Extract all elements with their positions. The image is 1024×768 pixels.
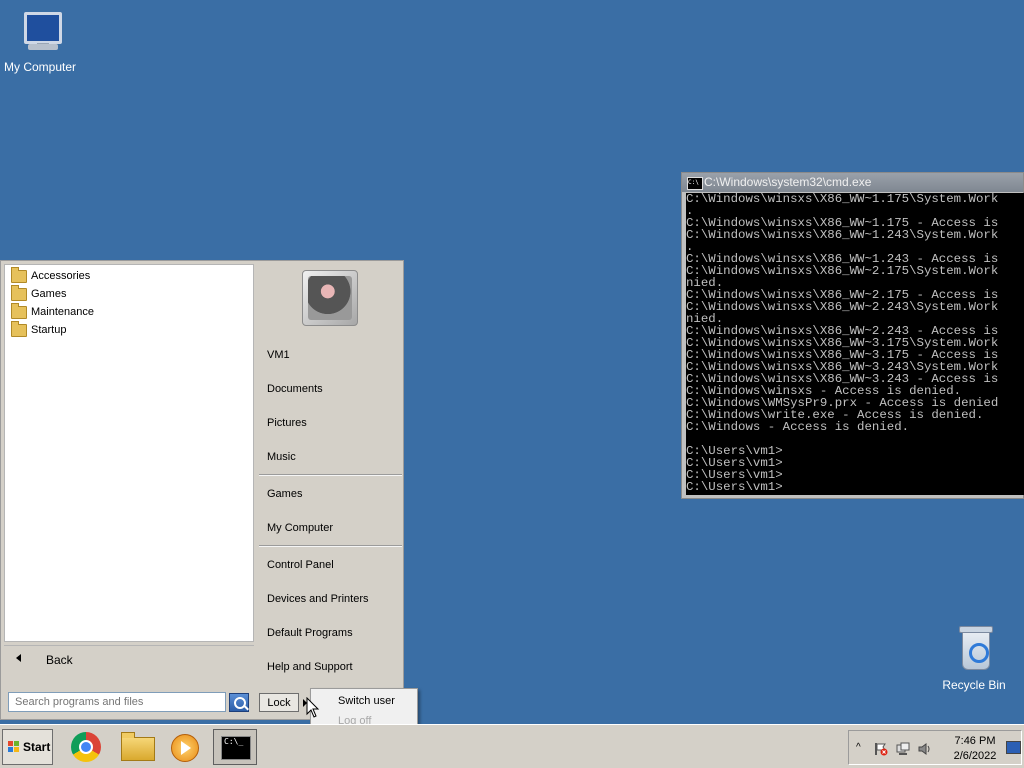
- program-folder-label: Startup: [31, 324, 67, 336]
- cmd-title: C:\Windows\system32\cmd.exe: [704, 175, 872, 189]
- start-item-vm1[interactable]: VM1: [267, 347, 290, 363]
- program-folder-startup[interactable]: Startup: [9, 321, 231, 339]
- show-hidden-icons-button[interactable]: ^: [856, 742, 861, 753]
- start-item-control-panel[interactable]: Control Panel: [267, 557, 334, 573]
- start-item-music[interactable]: Music: [267, 449, 296, 465]
- program-folder-label: Accessories: [31, 270, 91, 282]
- cmd-output[interactable]: C:\Windows\winsxs\X86_WW~1.175\System.Wo…: [686, 193, 1024, 495]
- start-menu: Accessories Games Maintenance Startup Ba…: [0, 260, 404, 720]
- cmd-line: C:\Users\vm1>: [686, 480, 783, 494]
- cmd-title-bar[interactable]: C:\ C:\Windows\system32\cmd.exe: [682, 173, 1023, 192]
- recycle-bin-icon: [950, 626, 998, 674]
- show-desktop-button[interactable]: [1006, 741, 1021, 754]
- explorer-icon: [121, 732, 155, 761]
- cmd-line: C:\Windows\winsxs\X86_WW~2.243\System.Wo…: [686, 300, 999, 314]
- clock-date[interactable]: 2/6/2022: [945, 750, 1005, 762]
- programs-list: Accessories Games Maintenance Startup: [4, 264, 254, 642]
- menu-separator: [259, 545, 402, 547]
- volume-icon[interactable]: [918, 742, 932, 756]
- folder-icon: [11, 321, 27, 337]
- start-item-help-support[interactable]: Help and Support: [267, 659, 353, 675]
- action-center-flag-icon[interactable]: [874, 742, 888, 756]
- program-folder-games[interactable]: Games: [9, 285, 231, 303]
- start-item-my-computer[interactable]: My Computer: [267, 520, 333, 536]
- taskbar-chrome[interactable]: [64, 729, 108, 765]
- taskbar-cmd[interactable]: C:\_: [213, 729, 257, 765]
- start-item-devices-printers[interactable]: Devices and Printers: [267, 591, 369, 607]
- taskbar-explorer[interactable]: [115, 729, 159, 765]
- program-folder-maintenance[interactable]: Maintenance: [9, 303, 231, 321]
- cmd-window-icon: C:\: [687, 177, 703, 190]
- cmd-window[interactable]: C:\ C:\Windows\system32\cmd.exe C:\Windo…: [681, 172, 1024, 499]
- search-button[interactable]: [229, 693, 249, 712]
- mouse-cursor-icon: [306, 697, 320, 718]
- back-label: Back: [46, 653, 73, 667]
- taskbar-media-player[interactable]: [163, 729, 207, 765]
- cmd-line: C:\Windows - Access is denied.: [686, 420, 910, 434]
- program-folder-label: Games: [31, 288, 67, 300]
- desktop-icon-my-computer[interactable]: My Computer: [0, 8, 80, 74]
- start-label: Start: [23, 740, 51, 754]
- cmd-line: C:\Windows\winsxs\X86_WW~2.175\System.Wo…: [686, 264, 999, 278]
- program-folder-accessories[interactable]: Accessories: [9, 267, 231, 285]
- clock-time[interactable]: 7:46 PM: [945, 735, 1005, 747]
- network-icon[interactable]: [896, 742, 910, 756]
- folder-icon: [11, 303, 27, 319]
- start-item-default-programs[interactable]: Default Programs: [267, 625, 353, 641]
- back-button[interactable]: Back: [4, 645, 254, 674]
- media-player-icon: [171, 734, 199, 762]
- user-picture[interactable]: [302, 270, 358, 326]
- start-button[interactable]: Start: [2, 729, 53, 765]
- back-arrow-icon: [16, 654, 21, 662]
- folder-icon: [11, 267, 27, 283]
- menu-separator: [259, 474, 402, 476]
- switch-user-item[interactable]: Switch user: [338, 695, 395, 707]
- desktop-icon-recycle-bin[interactable]: Recycle Bin: [934, 626, 1014, 692]
- search-icon: [234, 697, 246, 709]
- desktop-icon-label: My Computer: [3, 60, 77, 74]
- program-folder-label: Maintenance: [31, 306, 94, 318]
- lock-button[interactable]: Lock: [259, 693, 299, 712]
- desktop-icon-label: Recycle Bin: [942, 678, 1006, 692]
- taskbar: Start C:\_ ^ 7:46 PM 2/6/2022: [0, 724, 1024, 768]
- search-input[interactable]: [8, 692, 226, 712]
- start-item-documents[interactable]: Documents: [267, 381, 323, 397]
- chrome-icon: [71, 732, 101, 762]
- system-tray: ^ 7:46 PM 2/6/2022: [848, 730, 1022, 765]
- start-item-pictures[interactable]: Pictures: [267, 415, 307, 431]
- cmd-line: C:\Windows\winsxs\X86_WW~1.175\System.Wo…: [686, 193, 999, 206]
- start-item-games[interactable]: Games: [267, 486, 302, 502]
- cmd-line: C:\Windows\winsxs\X86_WW~1.243\System.Wo…: [686, 228, 999, 242]
- windows-logo-icon: [8, 741, 20, 753]
- computer-icon: [16, 8, 64, 56]
- folder-icon: [11, 285, 27, 301]
- cmd-icon: C:\_: [221, 736, 251, 760]
